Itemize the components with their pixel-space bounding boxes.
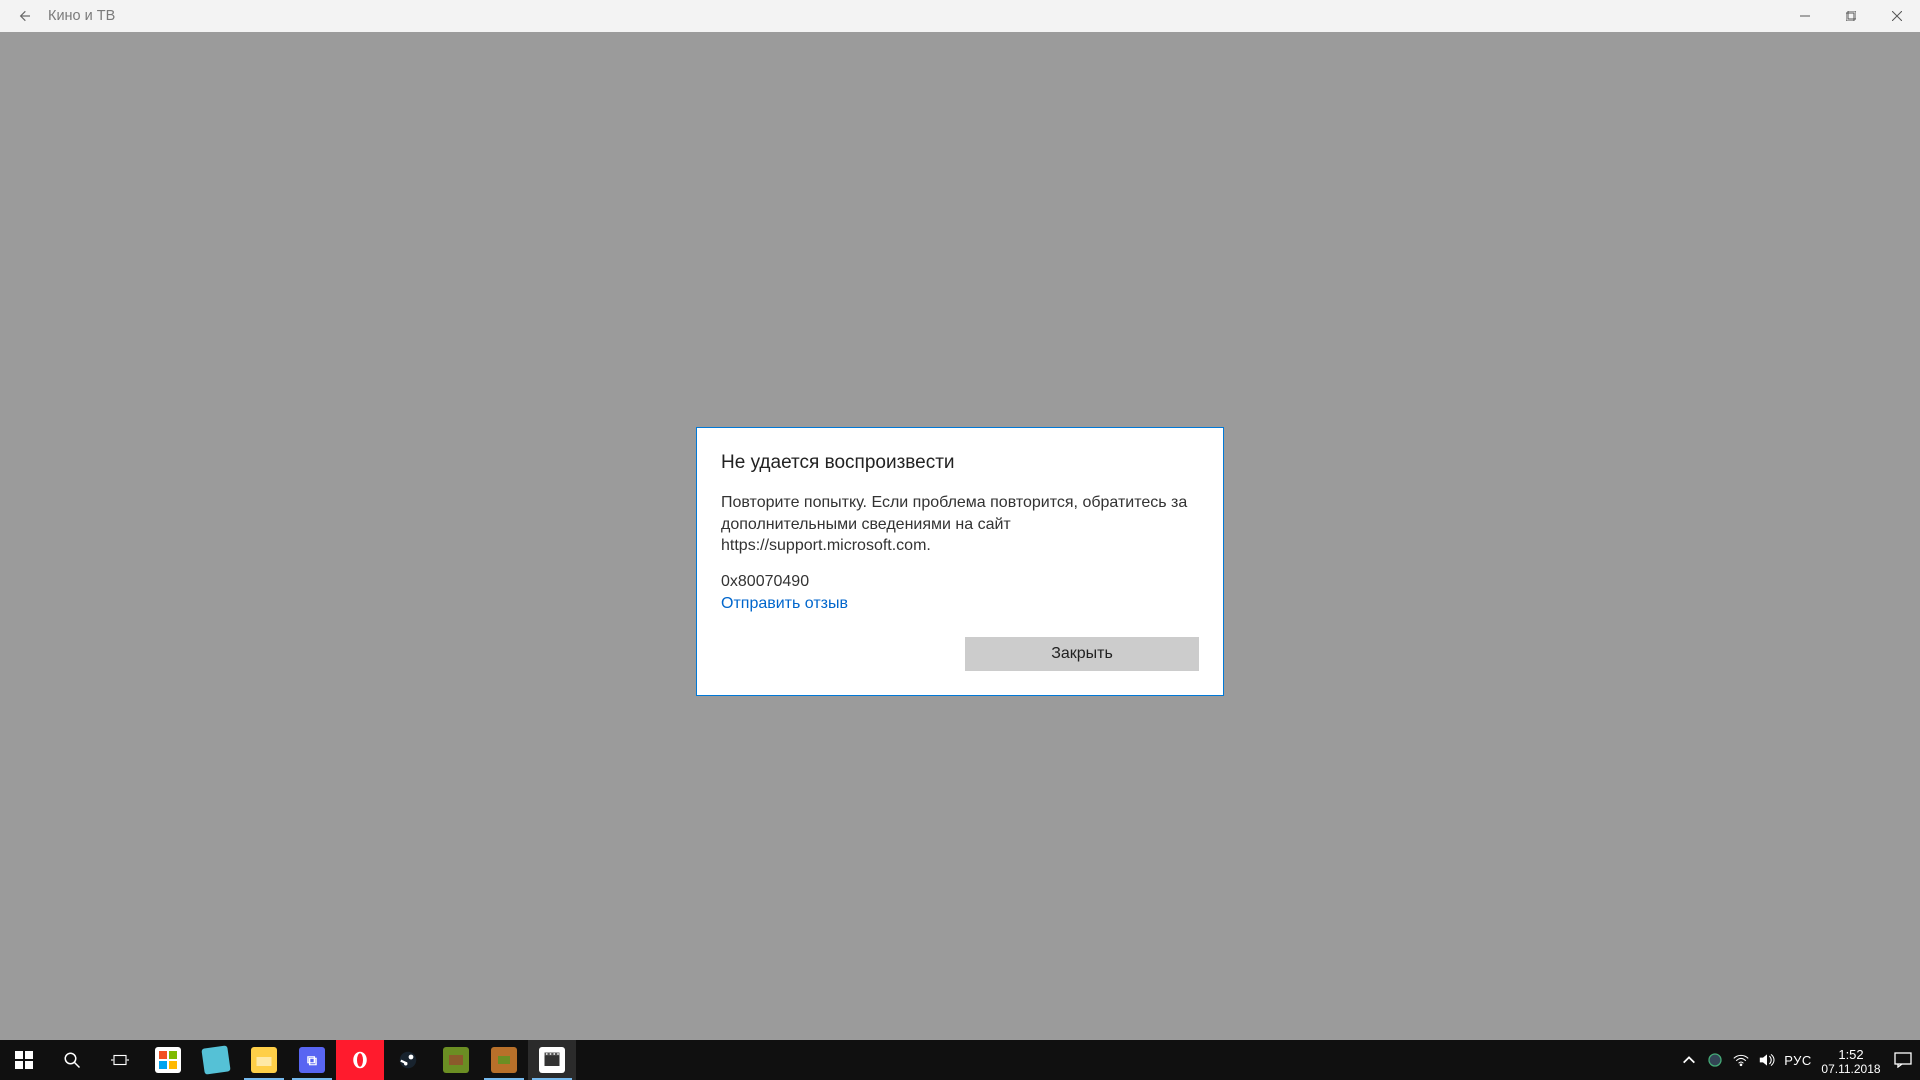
tray-status-icon[interactable] [1702,1040,1728,1080]
dialog-title: Не удается воспроизвести [721,452,1199,474]
discord-icon: ⧉ [299,1047,325,1073]
taskbar-app-file-explorer[interactable] [240,1040,288,1080]
close-icon [1892,11,1902,21]
task-view-icon [111,1051,129,1069]
minimize-icon [1800,11,1810,21]
taskbar-app-steam[interactable] [384,1040,432,1080]
dialog-error-code: 0x80070490 [721,573,1199,591]
clock-date: 07.11.2018 [1816,1063,1886,1077]
folder-icon [251,1047,277,1073]
maximize-icon [1846,11,1856,21]
opera-icon [351,1051,369,1069]
task-view-button[interactable] [96,1040,144,1080]
minecraft-icon [443,1047,469,1073]
start-button[interactable] [0,1040,48,1080]
taskbar: ⧉ [0,1040,1920,1080]
steam-icon [399,1051,417,1069]
action-center-icon [1894,1052,1912,1068]
notes-icon [201,1045,230,1074]
wifi-icon [1733,1052,1749,1068]
minecraft-box-icon [491,1047,517,1073]
tray-volume-button[interactable] [1754,1040,1780,1080]
search-icon [63,1051,81,1069]
dialog-message: Повторите попытку. Если проблема повтори… [721,492,1199,557]
system-tray: РУС 1:52 07.11.2018 [1676,1040,1920,1080]
clock[interactable]: 1:52 07.11.2018 [1816,1044,1886,1077]
back-button[interactable] [0,0,48,32]
taskbar-app-notes[interactable] [192,1040,240,1080]
volume-icon [1759,1052,1775,1068]
arrow-left-icon [16,8,32,24]
app-window: Кино и ТВ Не удается воспроизвести Повто… [0,0,1920,1040]
language-indicator[interactable]: РУС [1780,1053,1816,1068]
app-body: Не удается воспроизвести Повторите попыт… [0,32,1920,1040]
taskbar-app-opera[interactable] [336,1040,384,1080]
chevron-up-icon [1681,1052,1697,1068]
window-title: Кино и ТВ [48,8,115,24]
window-controls [1782,0,1920,32]
tray-network-button[interactable] [1728,1040,1754,1080]
circle-icon [1707,1052,1723,1068]
dialog-close-button[interactable]: Закрыть [965,637,1199,671]
windows-logo-icon [15,1051,33,1069]
send-feedback-link[interactable]: Отправить отзыв [721,595,848,613]
search-button[interactable] [48,1040,96,1080]
minimize-button[interactable] [1782,0,1828,32]
action-center-button[interactable] [1886,1052,1920,1068]
movies-tv-icon [539,1047,565,1073]
taskbar-app-minecraft[interactable] [432,1040,480,1080]
clock-time: 1:52 [1816,1048,1886,1063]
title-bar: Кино и ТВ [0,0,1920,32]
taskbar-app-discord[interactable]: ⧉ [288,1040,336,1080]
store-icon [155,1047,181,1073]
maximize-button[interactable] [1828,0,1874,32]
tray-overflow-button[interactable] [1676,1040,1702,1080]
dialog-buttons: Закрыть [721,637,1199,671]
taskbar-apps: ⧉ [0,1040,576,1080]
taskbar-app-store[interactable] [144,1040,192,1080]
close-button[interactable] [1874,0,1920,32]
taskbar-app-movies-tv[interactable] [528,1040,576,1080]
error-dialog: Не удается воспроизвести Повторите попыт… [696,427,1224,696]
taskbar-app-minecraft-box[interactable] [480,1040,528,1080]
